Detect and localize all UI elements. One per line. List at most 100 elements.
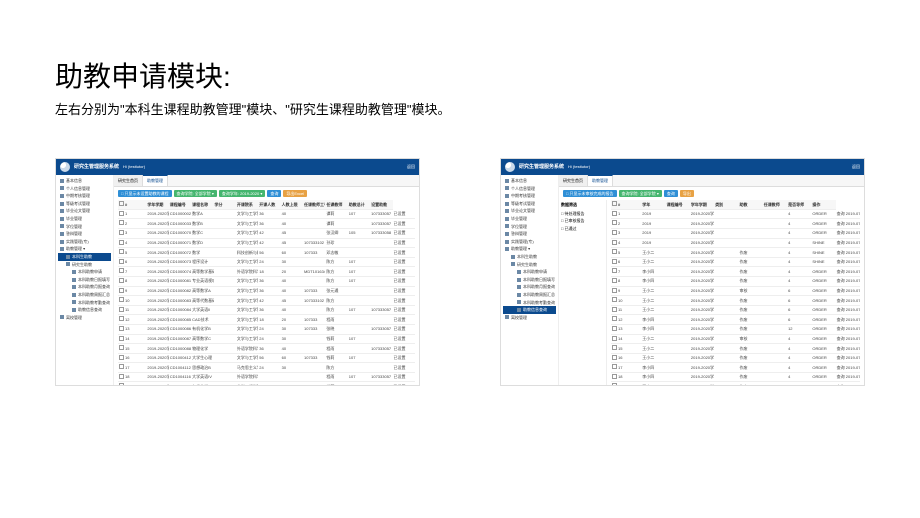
table-row[interactable]: 122019-2020学年 春季学期CD1000085CAD技术文学与工学管理学… xyxy=(118,315,415,325)
filter-item[interactable]: □ 已审核报告 xyxy=(561,217,604,225)
table-row[interactable]: 8李小四2019-2020学年作废4ORDER查询 2019-07-17 16:… xyxy=(611,276,860,286)
table-row[interactable]: 18李小四2019-2020学年作废4ORDER查询 2019-07-17 16… xyxy=(611,372,860,382)
col-header[interactable]: 课程名称 xyxy=(191,200,213,209)
checkbox-icon[interactable] xyxy=(119,278,124,283)
sidebar-item[interactable]: 中期考核管理 xyxy=(503,192,556,200)
table-row[interactable]: 52019-2020学年 春季学期CD1000072数学科技创新与科学56601… xyxy=(118,248,415,258)
sidebar-item[interactable]: 本科助教月报查询 xyxy=(58,283,111,291)
checkbox-icon[interactable] xyxy=(119,355,124,360)
checkbox-icon[interactable] xyxy=(119,268,124,273)
tab-ta[interactable]: 助教管理 xyxy=(588,175,613,186)
col-header[interactable]: 任课教师工号 xyxy=(303,200,325,209)
toolbar-button[interactable]: □ 只显示未设置助教的课程 xyxy=(118,190,172,198)
table-row[interactable]: 112019-2020学年 春季学期CD1000084大学英语II文学与工学管理… xyxy=(118,305,415,315)
checkbox-icon[interactable] xyxy=(119,307,124,312)
checkbox-icon[interactable] xyxy=(612,316,617,321)
sidebar-item[interactable]: 本科助教日报填写 xyxy=(503,276,556,284)
table-row[interactable]: 12李小四2019-2020学年作废6ORDER查询 2019-07-17 16… xyxy=(611,315,860,325)
toolbar-button[interactable]: 导出 xyxy=(680,190,694,198)
sidebar-item[interactable]: 个人信息管理 xyxy=(503,185,556,193)
sidebar-item[interactable]: 本科生助教 xyxy=(58,253,111,261)
col-header[interactable]: # xyxy=(124,200,146,209)
checkbox-icon[interactable] xyxy=(612,297,617,302)
col-header[interactable]: # xyxy=(617,200,641,209)
col-header[interactable]: 人数上限 xyxy=(281,200,303,209)
checkbox-icon[interactable] xyxy=(612,201,617,206)
checkbox-icon[interactable] xyxy=(612,288,617,293)
checkbox-icon[interactable] xyxy=(119,230,124,235)
sidebar-item[interactable]: 毕业论文管理 xyxy=(58,207,111,215)
checkbox-icon[interactable] xyxy=(119,288,124,293)
checkbox-icon[interactable] xyxy=(119,374,124,379)
checkbox-icon[interactable] xyxy=(612,278,617,283)
sidebar-item[interactable]: 中期考核管理 xyxy=(58,192,111,200)
col-header[interactable]: 任课教师 xyxy=(325,200,347,209)
table-row[interactable]: 11王小二2019-2020学年作废6ORDER查询 2019-07-17 16… xyxy=(611,305,860,315)
checkbox-icon[interactable] xyxy=(119,249,124,254)
sidebar-item[interactable]: 实践管理(专) xyxy=(58,238,111,246)
table-row[interactable]: 22019-2020学年 春季学期CD1000033数学B文学与工学管理学院36… xyxy=(118,219,415,229)
table-row[interactable]: 5王小二2019-2020学年作废4SHINE查询 2019-07-17 16:… xyxy=(611,248,860,258)
sidebar-item[interactable]: 基本信息 xyxy=(58,177,111,185)
sidebar-item[interactable]: 本科助教周报汇总 xyxy=(58,291,111,299)
checkbox-icon[interactable] xyxy=(119,297,124,302)
filter-item[interactable]: □ 待处理报告 xyxy=(561,210,604,218)
table-row[interactable]: 320192019-2020学年4ORDER查询 2019-07-17 16:0… xyxy=(611,228,860,238)
checkbox-icon[interactable] xyxy=(612,364,617,369)
sidebar-item[interactable]: 答辩管理 xyxy=(503,230,556,238)
table-row[interactable]: 420192019-2020学年4SHINE查询 2019-07-17 16:0… xyxy=(611,238,860,248)
filter-item[interactable]: □ 已通过 xyxy=(561,225,604,233)
checkbox-icon[interactable] xyxy=(119,345,124,350)
sidebar-item[interactable]: 毕业管理 xyxy=(58,215,111,223)
table-row[interactable]: 14王小二2019-2020学年审核4ORDER查询 2019-07-17 16… xyxy=(611,334,860,344)
col-header[interactable]: 类别 xyxy=(714,200,738,209)
table-row[interactable]: 15王小二2019-2020学年作废4ORDER查询 2019-07-17 16… xyxy=(611,344,860,354)
checkbox-icon[interactable] xyxy=(119,383,124,385)
col-header[interactable]: 学年 xyxy=(641,200,665,209)
table-row[interactable]: 16王小二2019-2020学年作废4ORDER查询 2019-07-17 16… xyxy=(611,353,860,363)
checkbox-icon[interactable] xyxy=(119,220,124,225)
table-row[interactable]: 132019-2020学年 春季学期CD1000086有机化学B文学与工学管理学… xyxy=(118,324,415,334)
checkbox-icon[interactable] xyxy=(119,259,124,264)
checkbox-icon[interactable] xyxy=(612,383,617,385)
table-row[interactable]: 62019-2020学年 春季学期CD1000073程序设计文学与工学管理学院2… xyxy=(118,257,415,267)
sidebar-item[interactable]: 实践管理(专) xyxy=(503,238,556,246)
col-header[interactable]: 学分 xyxy=(214,200,236,209)
checkbox-icon[interactable] xyxy=(612,249,617,254)
table-row[interactable]: 9王小二2019-2020学年审核6ORDER查询 2019-07-17 16:… xyxy=(611,286,860,296)
checkbox-icon[interactable] xyxy=(612,307,617,312)
sidebar-item[interactable]: 研究生助教 xyxy=(58,261,111,269)
sidebar-item[interactable]: 本科助教月报查询 xyxy=(503,283,556,291)
sidebar-item[interactable]: 本科助教申请 xyxy=(503,268,556,276)
table-row[interactable]: 42019-2020学年 春季学期CD1000071数学D文学与工学管理学院42… xyxy=(118,238,415,248)
sidebar-item[interactable]: 答辩管理 xyxy=(58,230,111,238)
checkbox-icon[interactable] xyxy=(612,259,617,264)
sidebar-item[interactable]: 本科助教考勤查询 xyxy=(503,299,556,307)
toolbar-button[interactable]: 查询 xyxy=(267,190,281,198)
table-row[interactable]: 182019-2020学年 春季学期CD1004116大学英语IV外语学院科学程… xyxy=(118,372,415,382)
checkbox-icon[interactable] xyxy=(612,336,617,341)
col-header[interactable]: 助教总计 xyxy=(348,200,370,209)
table-row[interactable]: 6王小二2019-2020学年作废4SHINE查询 2019-07-17 16:… xyxy=(611,257,860,267)
col-header[interactable]: 是否导师 xyxy=(787,200,811,209)
sidebar-item[interactable]: 学位管理 xyxy=(58,223,111,231)
header-right[interactable]: 返回 xyxy=(852,164,860,170)
sidebar-item[interactable]: 助教管理 ▾ xyxy=(58,245,111,253)
table-row[interactable]: 120192019-2020学年4ORDER查询 2019-07-17 16:0… xyxy=(611,209,860,219)
sidebar-item[interactable]: 助教信息查询 xyxy=(503,306,556,314)
sidebar-item[interactable]: 本科助教周报汇总 xyxy=(503,291,556,299)
table-row[interactable]: 192019-2020学年 春季学期CD1004117有机化学化学工程学院107… xyxy=(118,382,415,385)
sidebar-item[interactable]: 学位管理 xyxy=(503,223,556,231)
tab-home[interactable]: 研究生首页 xyxy=(114,175,143,186)
sidebar-item[interactable]: 本科助教考勤查询 xyxy=(58,299,111,307)
checkbox-icon[interactable] xyxy=(119,316,124,321)
toolbar-button[interactable]: 导出Excel xyxy=(283,190,307,198)
sidebar-item[interactable]: 研究生助教 xyxy=(503,261,556,269)
table-row[interactable]: 220192019-2020学年4ORDER查询 2019-07-17 16:0… xyxy=(611,219,860,229)
table-row[interactable]: 92019-2020学年 春季学期CD1000082高等数学A文学与工学管理学院… xyxy=(118,286,415,296)
col-header[interactable]: 开课人数 xyxy=(258,200,280,209)
col-header[interactable]: 任课教师 xyxy=(763,200,787,209)
col-header[interactable]: 开课院系 xyxy=(236,200,258,209)
sidebar-item[interactable]: 离校管理 xyxy=(58,314,111,322)
checkbox-icon[interactable] xyxy=(612,355,617,360)
